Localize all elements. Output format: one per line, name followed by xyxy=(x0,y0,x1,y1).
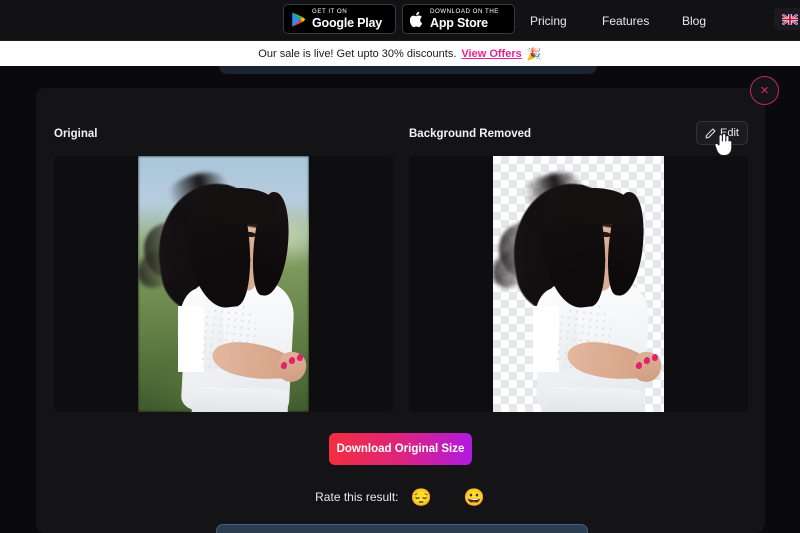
google-play-badge[interactable]: GET IT ON Google Play xyxy=(283,4,396,34)
nav-left-backdrop xyxy=(0,0,280,40)
app-store-badge[interactable]: Download on the App Store xyxy=(402,4,515,34)
app-page: GET IT ON Google Play Download on the Ap… xyxy=(0,0,800,533)
top-navigation-bar: GET IT ON Google Play Download on the Ap… xyxy=(0,0,800,41)
nav-link-features[interactable]: Features xyxy=(602,14,649,28)
subject-woman xyxy=(138,156,309,412)
background-removed-photo xyxy=(493,156,664,412)
view-offers-link[interactable]: View Offers xyxy=(461,48,521,60)
google-play-icon xyxy=(292,11,306,27)
close-modal-button[interactable]: × xyxy=(750,76,779,105)
original-image-stage[interactable] xyxy=(54,156,393,412)
background-content-chip-edge xyxy=(219,66,597,74)
rate-negative-button[interactable]: 😔 xyxy=(411,489,432,506)
panel-label-row: Original Background Removed xyxy=(36,128,765,148)
nav-link-pricing[interactable]: Pricing xyxy=(530,14,567,28)
original-panel-label: Original xyxy=(54,128,98,140)
subject-woman-cutout xyxy=(493,156,664,412)
original-photo xyxy=(138,156,309,412)
google-play-badge-big: Google Play xyxy=(312,15,383,30)
rate-result-label: Rate this result: xyxy=(315,490,399,504)
google-play-badge-small: GET IT ON xyxy=(312,7,348,15)
uk-flag-icon xyxy=(782,13,798,25)
background-removed-image-stage[interactable] xyxy=(409,156,748,412)
party-popper-icon: 🎉 xyxy=(526,46,542,61)
promo-banner: Our sale is live! Get upto 30% discounts… xyxy=(0,41,800,66)
nav-link-blog[interactable]: Blog xyxy=(682,14,706,28)
app-store-badge-big: App Store xyxy=(430,15,488,30)
apple-icon xyxy=(410,11,423,27)
close-icon: × xyxy=(760,82,769,99)
language-selector[interactable]: English xyxy=(774,8,800,30)
promo-text: Our sale is live! Get upto 30% discounts… xyxy=(258,47,457,60)
rate-positive-button[interactable]: 😀 xyxy=(464,489,485,506)
download-button-label: Download Original Size xyxy=(336,443,465,455)
hand-cursor xyxy=(714,133,733,157)
rating-row: Rate this result: 😔 😀 xyxy=(0,486,800,508)
download-original-size-button[interactable]: Download Original Size xyxy=(329,433,472,465)
google-play-badge-text: GET IT ON Google Play xyxy=(312,7,383,30)
bottom-partial-card xyxy=(216,524,588,533)
result-modal: Original Background Removed Edit xyxy=(36,88,765,533)
app-store-badge-text: Download on the App Store xyxy=(430,7,499,30)
app-store-badge-small: Download on the xyxy=(430,7,499,15)
background-removed-panel-label: Background Removed xyxy=(409,128,532,140)
